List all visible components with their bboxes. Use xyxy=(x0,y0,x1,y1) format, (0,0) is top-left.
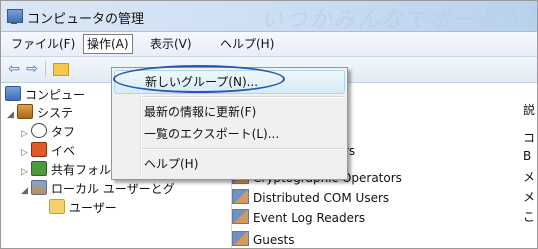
menu-separator xyxy=(142,148,345,150)
tree-item-shared-folders[interactable]: ▷ 共有フォルダ xyxy=(21,160,123,180)
highlight-annotation xyxy=(113,65,285,93)
computer-management-icon xyxy=(7,9,23,24)
folder-icon xyxy=(49,199,65,214)
menu-help[interactable]: ヘルプ(H) xyxy=(216,35,278,53)
menu-file[interactable]: ファイル(F) xyxy=(7,35,79,53)
tree-item-label: イベ xyxy=(51,144,76,158)
tree-item-event[interactable]: ▷ イベ xyxy=(21,141,75,161)
tree-item-system[interactable]: ◢ システ xyxy=(7,103,73,123)
clock-icon xyxy=(31,123,47,138)
tree-item-users[interactable]: ユーザー xyxy=(49,198,117,218)
window-title: コンピュータの管理 xyxy=(27,12,145,27)
group-icon xyxy=(232,189,249,204)
toolbar-separator xyxy=(45,61,46,77)
tree-item-label: ユーザー xyxy=(69,201,117,215)
forward-arrow-icon[interactable]: ⇨ xyxy=(23,61,41,77)
description-header-partial: 説 xyxy=(523,103,536,117)
expand-down-icon[interactable]: ◢ xyxy=(21,181,31,201)
menu-separator xyxy=(142,96,345,98)
group-icon xyxy=(232,231,249,246)
title-watermark: いつかみんなでボーとかりたい xyxy=(261,8,537,33)
tree-item-local-users[interactable]: ◢ ローカル ユーザーとグ xyxy=(21,179,175,199)
tree-item-task[interactable]: ▷ タフ xyxy=(21,122,75,142)
group-description: こ xyxy=(523,210,536,224)
group-name: Guests xyxy=(253,233,295,247)
group-name: Distributed COM Users xyxy=(253,191,390,205)
tree-item-label: コンピュー xyxy=(25,88,86,102)
menu-view[interactable]: 表示(V) xyxy=(146,35,196,53)
back-arrow-icon[interactable]: ⇦ xyxy=(5,61,23,77)
group-icon xyxy=(232,209,249,224)
computer-icon xyxy=(5,86,21,101)
menu-bar: ファイル(F) 操作(A) 表示(V) ヘルプ(H) xyxy=(1,32,537,57)
title-bar: コンピュータの管理 いつかみんなでボーとかりたい xyxy=(1,1,537,33)
group-name: Event Log Readers xyxy=(253,211,366,225)
tree-item-label: タフ xyxy=(51,125,76,139)
tree-item-label: ローカル ユーザーとグ xyxy=(51,182,175,196)
users-groups-icon xyxy=(31,180,47,195)
group-description: メ xyxy=(523,170,536,184)
group-description: メ xyxy=(523,190,536,204)
menu-item-export-list[interactable]: 一覧のエクスポート(L)... xyxy=(114,123,345,145)
folder-up-icon[interactable] xyxy=(53,63,69,76)
tree-item-label: システ xyxy=(37,106,74,120)
shared-folder-icon xyxy=(31,161,47,176)
menu-item-help[interactable]: ヘルプ(H) xyxy=(114,153,345,175)
description-partial: コ xyxy=(523,131,536,145)
list-item[interactable]: Distributed COM Users xyxy=(232,188,389,208)
list-item[interactable]: Event Log Readers xyxy=(232,208,365,228)
event-viewer-icon xyxy=(31,142,47,157)
expand-down-icon[interactable]: ◢ xyxy=(7,105,17,125)
menu-item-refresh[interactable]: 最新の情報に更新(F) xyxy=(114,101,345,123)
list-item[interactable]: Guests xyxy=(232,230,295,248)
tree-item-computer[interactable]: コンピュー xyxy=(5,85,85,105)
tools-icon xyxy=(17,104,33,119)
group-description: B xyxy=(523,149,532,163)
window: コンピュータの管理 いつかみんなでボーとかりたい ファイル(F) 操作(A) 表… xyxy=(0,0,538,249)
menu-action[interactable]: 操作(A) xyxy=(83,34,133,54)
